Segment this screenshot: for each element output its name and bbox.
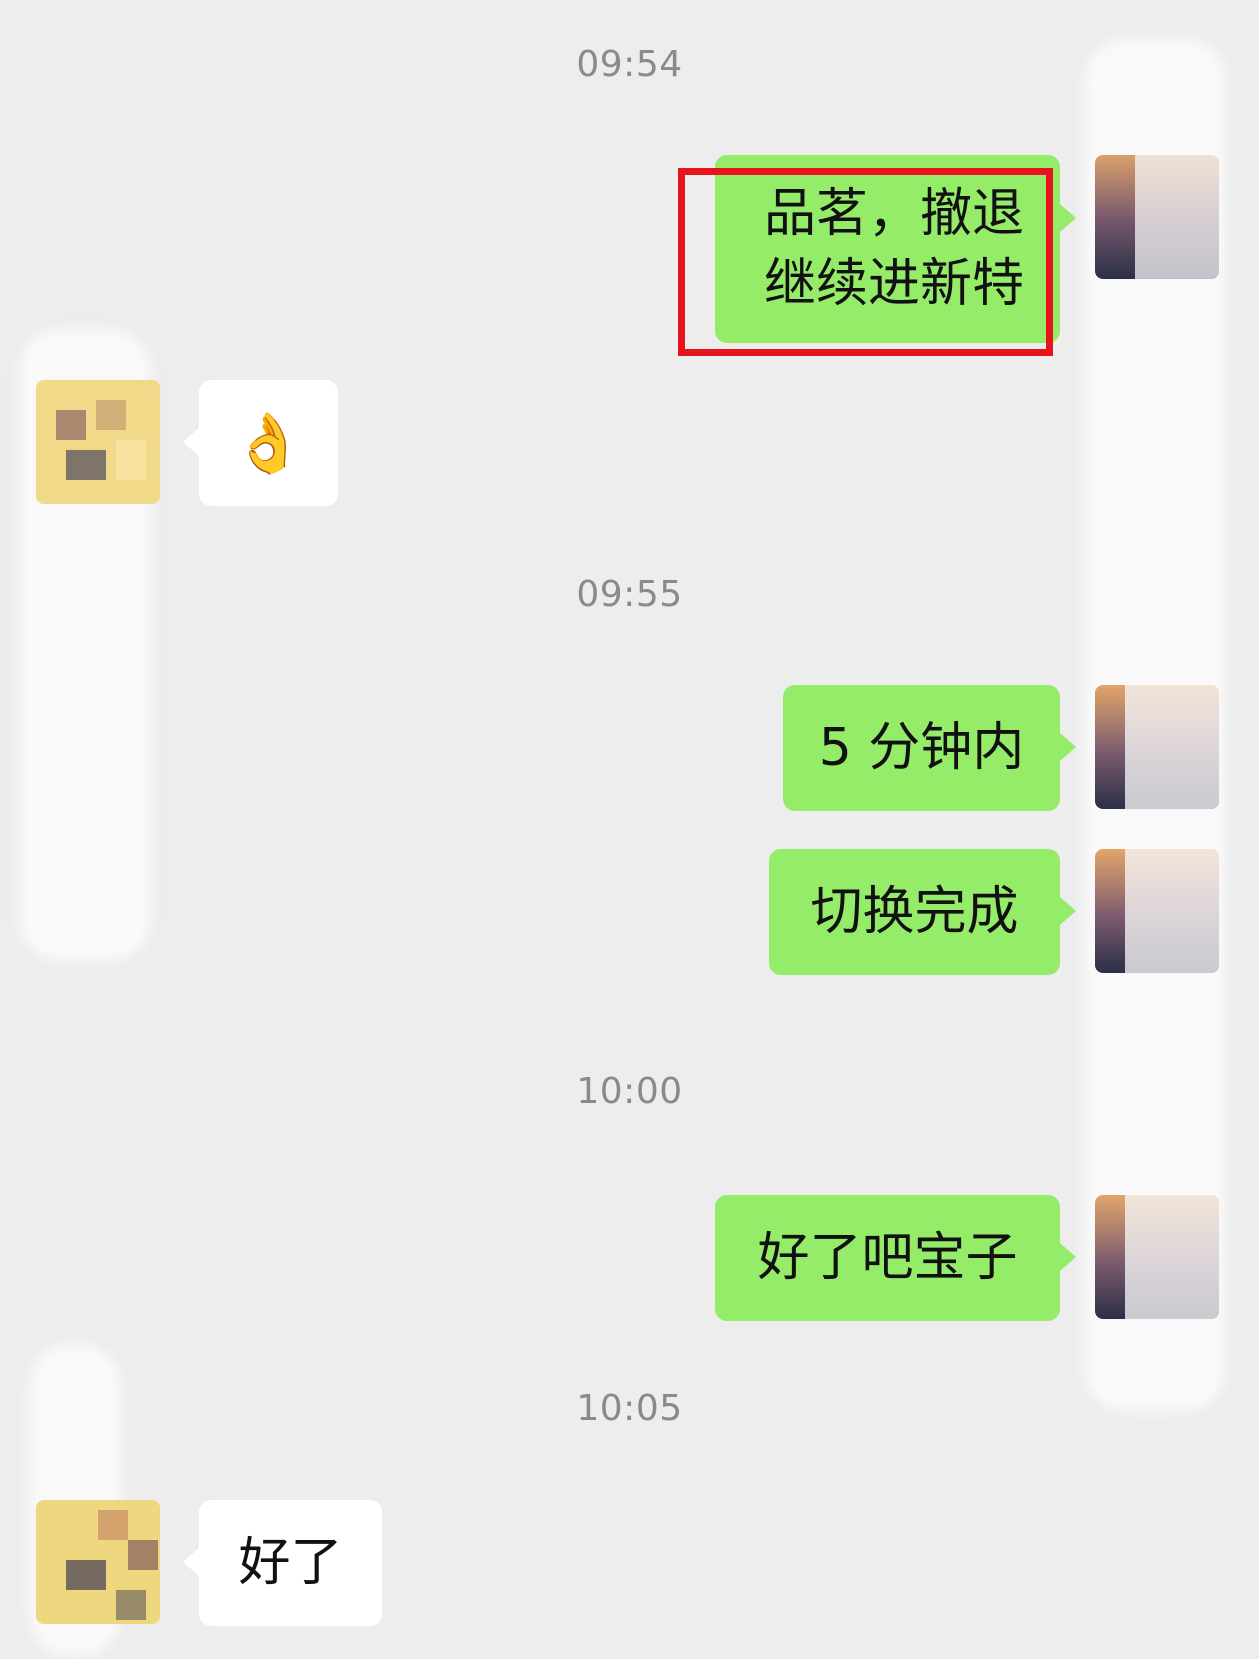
message-text: 5 分钟内 xyxy=(818,718,1025,778)
bubble-tail xyxy=(1060,897,1076,925)
chat-bubble[interactable]: 好了吧宝子 xyxy=(715,1195,1060,1321)
message-text: 好了吧宝子 xyxy=(757,1228,1018,1288)
bubble-tail xyxy=(1060,733,1076,761)
bubble-tail xyxy=(1060,1243,1076,1271)
avatar-image xyxy=(1095,849,1219,973)
avatar-image xyxy=(1095,685,1219,809)
chat-bubble[interactable]: 5 分钟内 xyxy=(783,685,1060,811)
avatar-image xyxy=(36,1500,160,1624)
avatar[interactable] xyxy=(1095,849,1219,973)
timestamp: 10:05 xyxy=(576,1388,683,1429)
avatar-image xyxy=(1095,1195,1219,1319)
ok-hand-icon: 👌 xyxy=(232,409,305,477)
bubble-tail xyxy=(183,1548,199,1576)
timestamp: 09:55 xyxy=(576,574,683,615)
message-text: 切换完成 xyxy=(810,882,1019,942)
avatar[interactable] xyxy=(1095,155,1219,279)
highlight-box xyxy=(678,168,1053,356)
chat-bubble[interactable]: 👌 xyxy=(199,380,338,506)
avatar[interactable] xyxy=(36,380,160,504)
chat-bubble[interactable]: 好了 xyxy=(199,1500,382,1626)
bubble-tail xyxy=(1060,204,1076,232)
avatar[interactable] xyxy=(1095,685,1219,809)
message-text: 好了 xyxy=(238,1533,343,1593)
chat-bubble[interactable]: 切换完成 xyxy=(769,849,1060,975)
avatar[interactable] xyxy=(1095,1195,1219,1319)
timestamp: 09:54 xyxy=(576,44,683,85)
avatar-image xyxy=(36,380,160,504)
timestamp: 10:00 xyxy=(576,1071,683,1112)
avatar[interactable] xyxy=(36,1500,160,1624)
avatar-image xyxy=(1095,155,1219,279)
bubble-tail xyxy=(183,428,199,456)
